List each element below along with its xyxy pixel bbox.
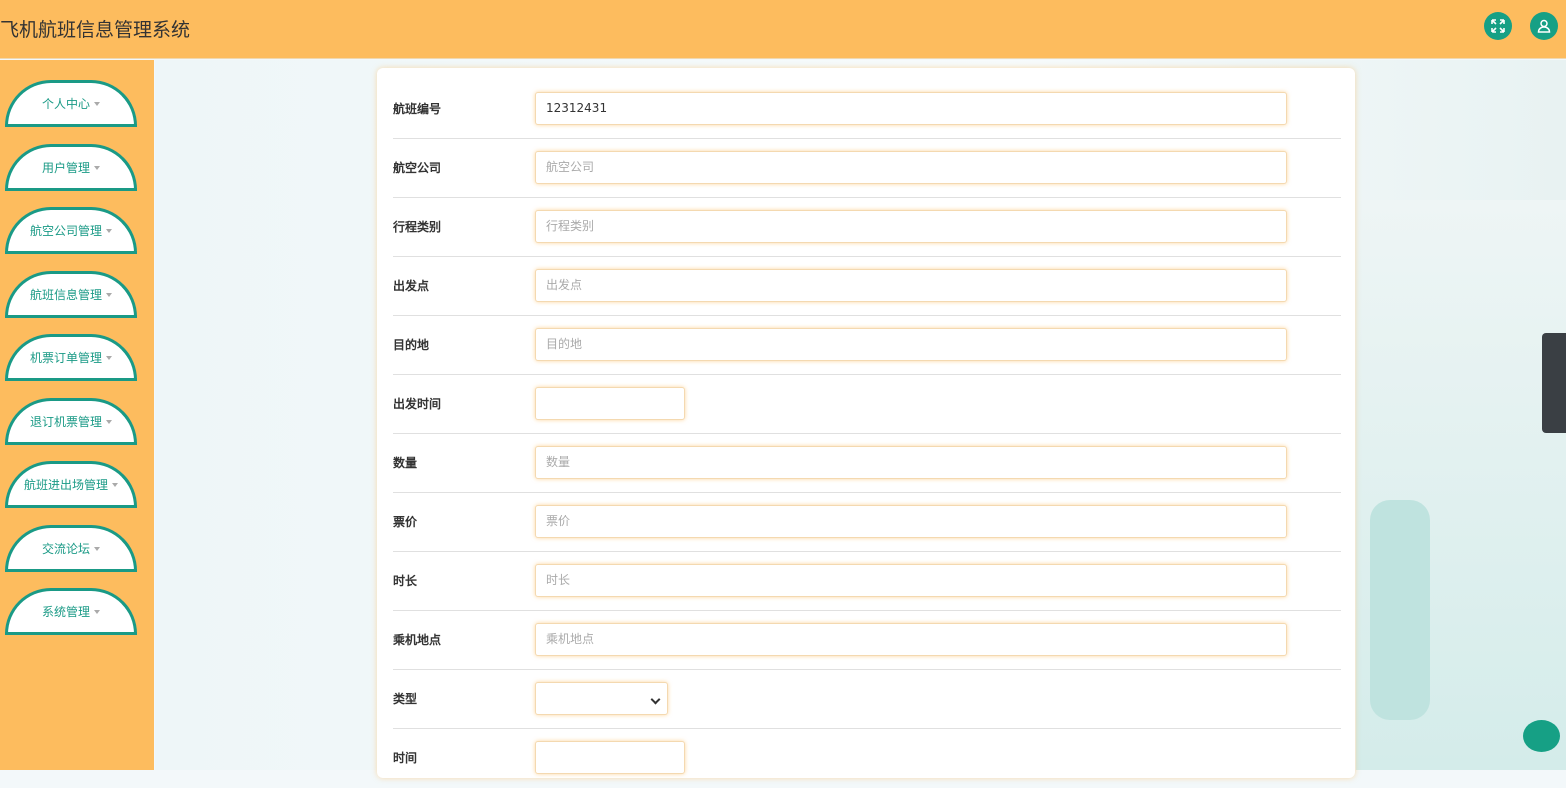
form-row-flight-number: 航班编号 12312431 [393,80,1341,139]
chat-bubble-button[interactable] [1523,720,1560,752]
field-label: 出发点 [393,279,430,293]
sidebar-item-label: 退订机票管理 [29,415,102,429]
form-row-departure-time: 出发时间 [393,375,1341,434]
quantity-input[interactable]: 数量 [535,446,1287,479]
price-input[interactable]: 票价 [535,505,1287,538]
sidebar-item-user-management[interactable]: 用户管理 [5,144,137,191]
caret-down-icon [94,101,100,106]
sidebar-item-system-management[interactable]: 系统管理 [5,588,137,635]
field-label: 目的地 [393,338,430,352]
sidebar-item-label: 个人中心 [41,97,90,111]
fullscreen-button[interactable] [1484,12,1512,40]
header: 飞机航班信息管理系统 [0,0,1566,59]
form-row-quantity: 数量 数量 [393,434,1341,493]
form-row-type: 类型 [393,670,1341,729]
field-label: 行程类别 [393,220,442,234]
sidebar-item-flight-info-management[interactable]: 航班信息管理 [5,271,137,318]
field-label: 航空公司 [393,161,442,175]
form-row-time: 时间 [393,729,1341,788]
time-input[interactable] [535,741,685,774]
form-row-destination: 目的地 目的地 [393,316,1341,375]
form-row-trip-type: 行程类别 行程类别 [393,198,1341,257]
form-row-departure: 出发点 出发点 [393,257,1341,316]
caret-down-icon [94,165,100,170]
sidebar-item-label: 航空公司管理 [29,224,102,238]
flight-form: 航班编号 12312431 航空公司 航空公司 行程类别 行程类别 出发点 出发点 目的… [377,68,1355,778]
destination-input[interactable]: 目的地 [535,328,1287,361]
flight-number-input[interactable]: 12312431 [535,92,1287,125]
field-label: 类型 [393,692,418,706]
sidebar-item-label: 航班进出场管理 [23,478,108,492]
user-icon [1537,19,1551,33]
caret-down-icon [106,419,112,424]
form-row-boarding-location: 乘机地点 乘机地点 [393,611,1341,670]
sidebar-item-label: 机票订单管理 [29,351,102,365]
caret-down-icon [94,609,100,614]
sidebar-item-ticket-order-management[interactable]: 机票订单管理 [5,334,137,381]
form-row-price: 票价 票价 [393,493,1341,552]
form-row-airline: 航空公司 航空公司 [393,139,1341,198]
sidebar: 个人中心 用户管理 航空公司管理 航班信息管理 机票订单管理 退订机票管理 航班… [0,60,154,770]
departure-input[interactable]: 出发点 [535,269,1287,302]
caret-down-icon [106,228,112,233]
field-label: 时长 [393,574,418,588]
field-label: 航班编号 [393,102,442,116]
field-label: 乘机地点 [393,633,442,647]
sidebar-item-label: 交流论坛 [41,542,90,556]
sidebar-item-forum[interactable]: 交流论坛 [5,525,137,572]
background-illustration-figure [1370,500,1430,720]
sidebar-item-label: 航班信息管理 [29,288,102,302]
duration-input[interactable]: 时长 [535,564,1287,597]
type-select[interactable] [535,682,668,715]
side-panel-toggle[interactable] [1542,333,1566,433]
sidebar-item-refund-management[interactable]: 退订机票管理 [5,398,137,445]
app-title: 飞机航班信息管理系统 [0,19,191,41]
field-label: 出发时间 [393,397,442,411]
field-label: 时间 [393,751,418,765]
fullscreen-icon [1491,19,1505,33]
caret-down-icon [94,546,100,551]
sidebar-item-flight-inout-management[interactable]: 航班进出场管理 [5,461,137,508]
caret-down-icon [106,292,112,297]
sidebar-item-airline-management[interactable]: 航空公司管理 [5,207,137,254]
form-row-duration: 时长 时长 [393,552,1341,611]
caret-down-icon [112,482,118,487]
sidebar-item-label: 系统管理 [41,605,90,619]
caret-down-icon [106,355,112,360]
field-label: 票价 [393,515,418,529]
boarding-location-input[interactable]: 乘机地点 [535,623,1287,656]
airline-input[interactable]: 航空公司 [535,151,1287,184]
sidebar-item-personal-center[interactable]: 个人中心 [5,80,137,127]
departure-time-input[interactable] [535,387,685,420]
user-button[interactable] [1530,12,1558,40]
field-label: 数量 [393,456,418,470]
sidebar-item-label: 用户管理 [41,161,90,175]
trip-type-input[interactable]: 行程类别 [535,210,1287,243]
